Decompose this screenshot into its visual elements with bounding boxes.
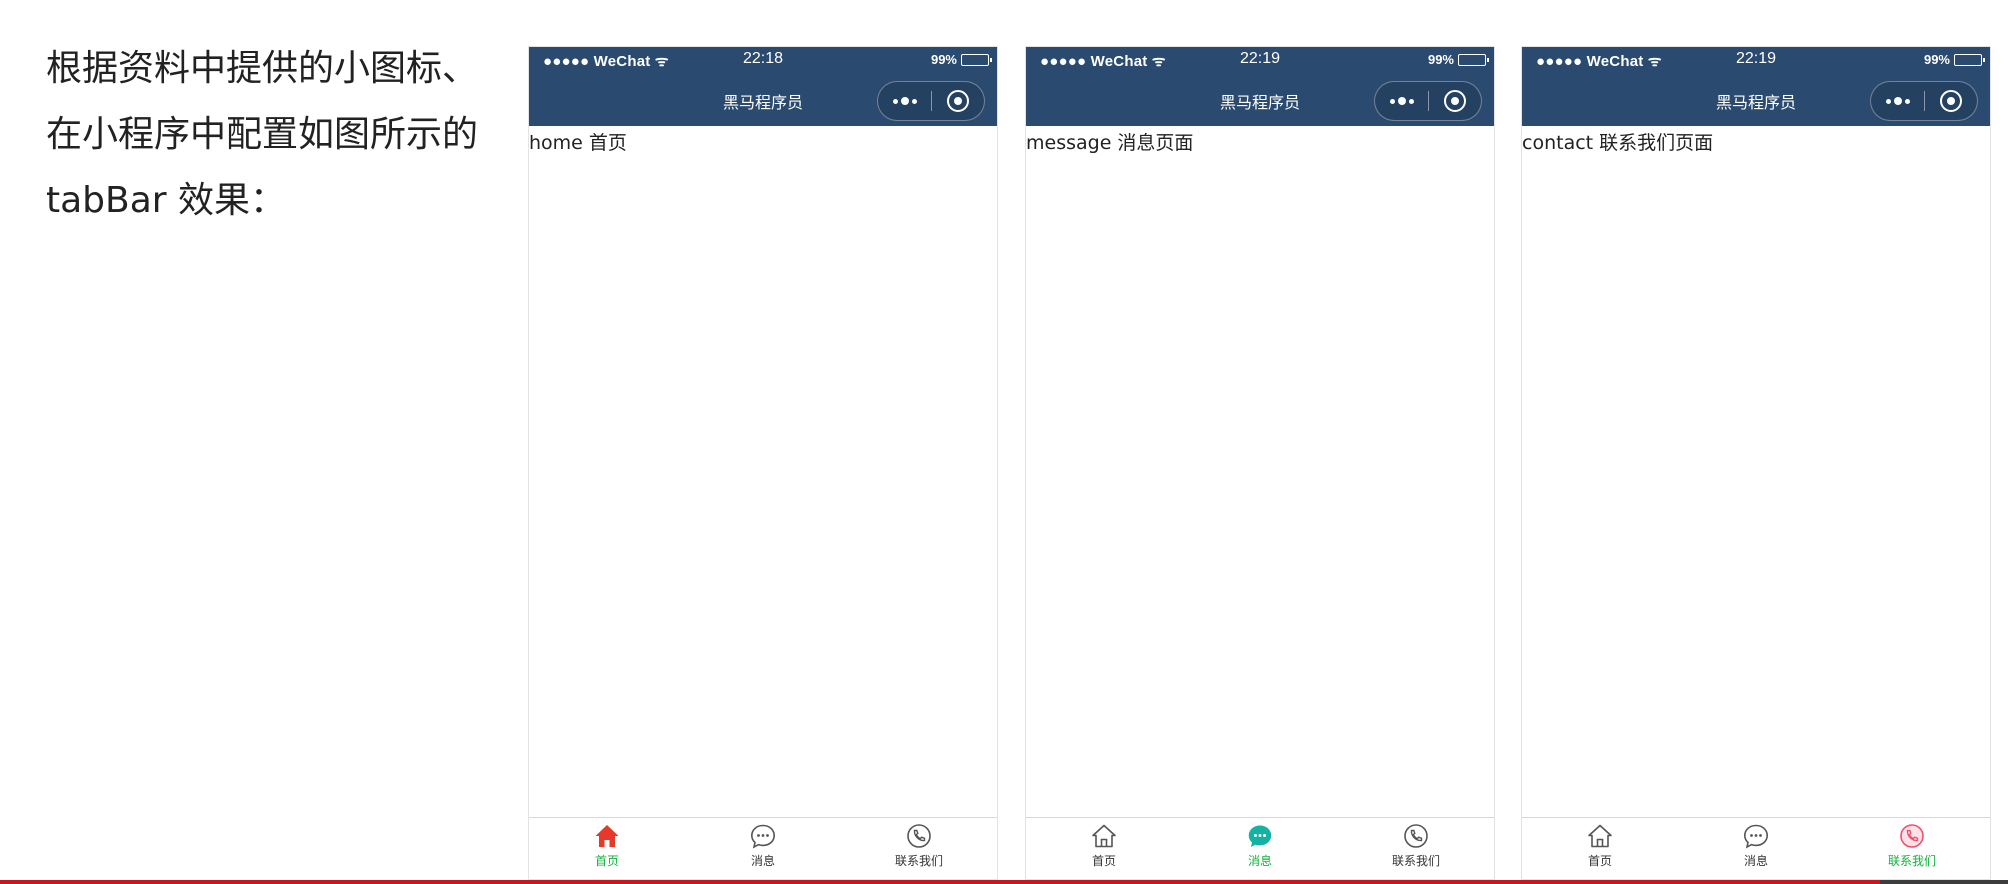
tab-bar: 首页 消息 联系我们 [1522, 817, 1990, 879]
tab-label: 消息 [750, 854, 775, 868]
tab-label: 首页 [1091, 854, 1116, 868]
more-icon[interactable] [878, 82, 931, 120]
message-icon [750, 824, 776, 849]
phone-message-screen: ●●●●● WeChat ᯤ 22:19 99% 黑马程序员 message 消… [1025, 46, 1495, 880]
home-icon [1588, 824, 1612, 848]
tab-home[interactable]: 首页 [529, 818, 685, 879]
menu-capsule [877, 81, 985, 121]
page-content: message 消息页面 [1026, 132, 1194, 154]
instruction-line-2: 在小程序中配置如图所示的 [46, 114, 479, 155]
tab-label: 首页 [1587, 854, 1612, 868]
navigation-bar: ●●●●● WeChat ᯤ 22:19 99% 黑马程序员 [1026, 47, 1494, 126]
close-miniprogram-icon[interactable] [1925, 82, 1977, 120]
tab-contact[interactable]: 联系我们 [1834, 818, 1990, 879]
battery-percent: 99% [930, 52, 957, 67]
battery-icon [1458, 53, 1489, 66]
instruction-line-3: tabBar 效果： [46, 180, 287, 221]
tab-label: 消息 [1247, 854, 1272, 868]
corner-mark [1880, 880, 2008, 884]
home-icon [595, 825, 619, 847]
tab-message[interactable]: 消息 [685, 818, 841, 879]
instruction-line-1: 根据资料中提供的小图标、 [46, 48, 479, 89]
status-time: 22:19 [1239, 50, 1281, 67]
navigation-bar: ●●●●● WeChat ᯤ 22:18 99% 黑马程序员 [529, 47, 997, 126]
close-miniprogram-icon[interactable] [932, 82, 984, 120]
battery-icon [1954, 53, 1985, 66]
tab-bar: 首页 消息 联系我们 [1026, 817, 1494, 879]
tab-contact[interactable]: 联系我们 [841, 818, 997, 879]
close-miniprogram-icon[interactable] [1429, 82, 1481, 120]
message-icon [1743, 824, 1769, 849]
battery-percent: 99% [1427, 52, 1454, 67]
phone-contact-screen: ●●●●● WeChat ᯤ 22:19 99% 黑马程序员 contact 联… [1521, 46, 1991, 880]
contact-phone-icon [907, 824, 931, 848]
battery-percent: 99% [1923, 52, 1950, 67]
message-icon [1248, 825, 1272, 847]
tab-label: 消息 [1743, 854, 1768, 868]
tab-home[interactable]: 首页 [1522, 818, 1678, 879]
tab-message[interactable]: 消息 [1182, 818, 1338, 879]
status-time: 22:18 [742, 50, 784, 67]
menu-capsule [1374, 81, 1482, 121]
contact-phone-icon [1404, 824, 1428, 848]
tab-label: 联系我们 [1887, 854, 1936, 868]
slide-bottom-bar [0, 880, 2008, 884]
page-content: home 首页 [529, 132, 627, 154]
more-icon[interactable] [1375, 82, 1428, 120]
home-icon [1092, 824, 1116, 848]
tab-message[interactable]: 消息 [1678, 818, 1834, 879]
battery-icon [961, 53, 992, 66]
tab-label: 联系我们 [894, 854, 943, 868]
phone-home-screen: ●●●●● WeChat ᯤ 22:18 99% 黑马程序员 home 首页 首… [528, 46, 998, 880]
more-icon[interactable] [1871, 82, 1924, 120]
tab-label: 联系我们 [1391, 854, 1440, 868]
tab-home[interactable]: 首页 [1026, 818, 1182, 879]
menu-capsule [1870, 81, 1978, 121]
tab-bar: 首页 消息 联系我们 [529, 817, 997, 879]
navigation-bar: ●●●●● WeChat ᯤ 22:19 99% 黑马程序员 [1522, 47, 1990, 126]
tab-contact[interactable]: 联系我们 [1338, 818, 1494, 879]
status-time: 22:19 [1735, 50, 1777, 67]
contact-phone-icon [1900, 824, 1924, 848]
tab-label: 首页 [594, 854, 619, 868]
page-content: contact 联系我们页面 [1522, 132, 1714, 154]
instruction-text: 根据资料中提供的小图标、 在小程序中配置如图所示的 tabBar 效果： [46, 36, 516, 234]
